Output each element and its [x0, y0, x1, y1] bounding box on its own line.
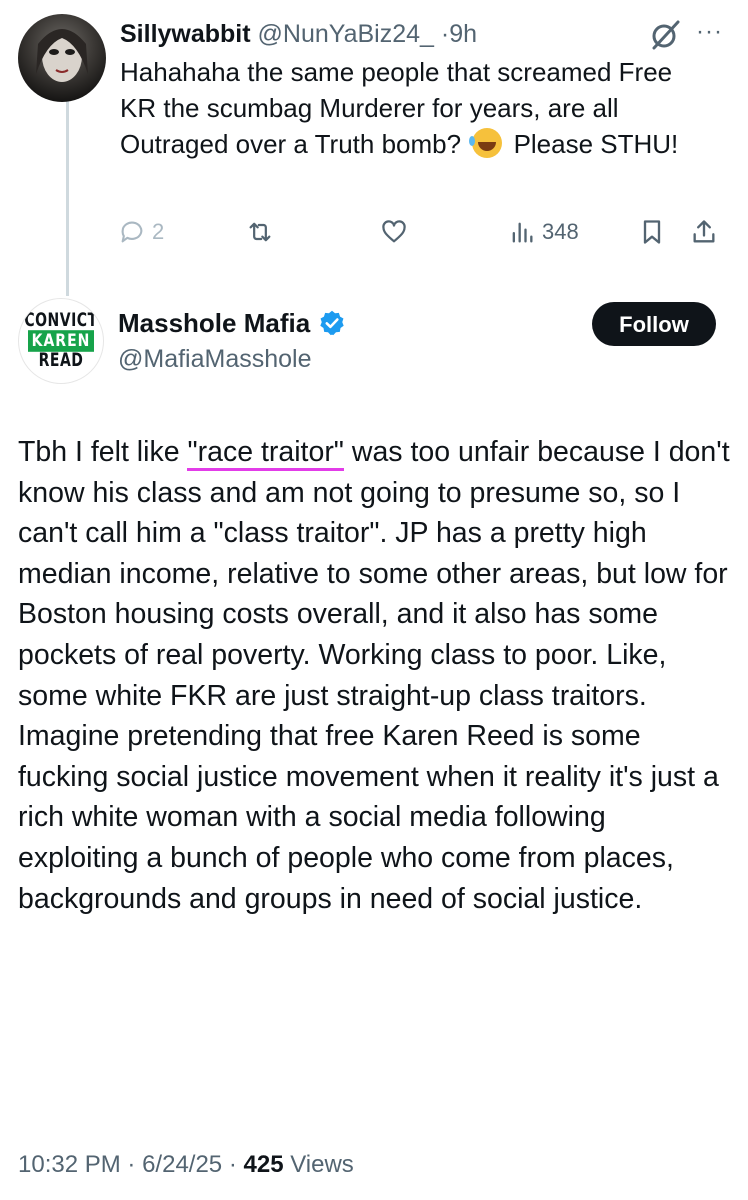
grok-icon[interactable] — [648, 18, 682, 52]
avatar[interactable] — [18, 14, 106, 102]
avatar[interactable]: CONVICT KAREN READ — [18, 298, 104, 384]
masked-face-avatar-icon — [36, 29, 88, 82]
more-options-icon[interactable]: ··· — [696, 20, 732, 46]
tweet-paragraph-1: Tbh I felt like "race traitor" was too u… — [18, 432, 730, 716]
author-handle[interactable]: @MafiaMasshole — [118, 342, 312, 376]
avatar-text-read: READ — [38, 350, 84, 372]
avatar-text-convict: CONVICT — [24, 310, 98, 332]
author-name-row: Masshole Mafia — [118, 306, 346, 340]
reply-text-part2: Please STHU! — [513, 129, 679, 159]
like-button[interactable] — [380, 212, 408, 252]
highlighted-phrase: "race traitor" — [187, 436, 344, 471]
share-upload-icon — [693, 220, 715, 243]
post-date[interactable]: 6/24/25 — [142, 1151, 222, 1178]
share-button[interactable] — [690, 212, 718, 252]
bookmark-button[interactable] — [638, 212, 666, 252]
follow-button[interactable]: Follow — [592, 302, 716, 346]
avatar-text-karen: KAREN — [27, 330, 95, 352]
views-count: 348 — [542, 219, 579, 244]
reply-text: Hahahaha the same people that screamed F… — [120, 54, 710, 162]
tweet-text-prefix: Tbh I felt like — [18, 436, 188, 468]
verified-badge-icon[interactable] — [318, 309, 346, 337]
bar-chart-views-icon — [512, 222, 533, 243]
reply-action-bar: 2 348 — [118, 212, 738, 252]
reply-timestamp[interactable]: 9h — [449, 20, 477, 48]
heart-icon — [382, 220, 406, 243]
views-label: Views — [290, 1151, 354, 1178]
reply-count: 2 — [152, 219, 165, 244]
tweet-text-suffix: was too unfair because I don't know his … — [18, 436, 730, 712]
reply-author-name[interactable]: Sillywabbit — [120, 20, 251, 48]
separator-dot: · — [228, 1151, 237, 1178]
reply-tweet[interactable]: Sillywabbit @NunYaBiz24_ ·9h ··· Hahahah… — [0, 0, 748, 280]
bookmark-icon — [643, 220, 661, 244]
views-button[interactable]: 348 — [508, 212, 579, 252]
separator-dot: · — [440, 20, 450, 48]
post-time[interactable]: 10:32 PM — [18, 1151, 121, 1178]
repost-button[interactable] — [246, 212, 274, 252]
separator-dot: · — [127, 1151, 136, 1178]
tweet-paragraph-2: Imagine pretending that free Karen Reed … — [18, 720, 719, 915]
tweet-text: Tbh I felt like "race traitor" was too u… — [18, 432, 730, 919]
reply-header: Sillywabbit @NunYaBiz24_ ·9h — [120, 18, 477, 50]
reply-button[interactable]: 2 — [118, 212, 164, 252]
repost-icon — [249, 222, 271, 242]
views-count: 425 — [243, 1151, 284, 1178]
speech-bubble-icon — [121, 221, 143, 243]
reply-author-handle[interactable]: @NunYaBiz24_ — [258, 20, 434, 48]
author-name[interactable]: Masshole Mafia — [118, 306, 310, 340]
rolling-on-floor-laughing-emoji-icon — [469, 128, 503, 158]
tweet-metadata: 10:32 PM · 6/24/25 · 425 Views — [18, 1149, 354, 1181]
